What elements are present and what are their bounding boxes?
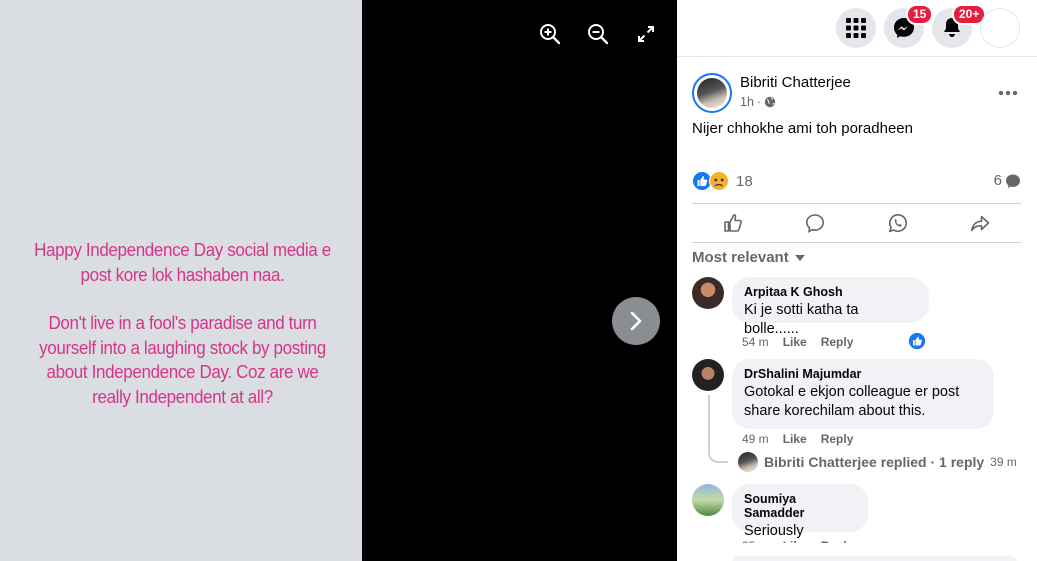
photo-viewer: Happy Independence Day social media e po… [0,0,677,561]
author-name[interactable]: Bibriti Chatterjee [740,74,851,91]
comment-text: Gotokal e ekjon colleague er post share … [744,384,960,419]
comment-bubble-icon [1006,174,1020,188]
grid-menu-icon [846,18,866,38]
more-dots-icon [998,90,1018,96]
whatsapp-icon [888,213,907,233]
sad-reaction-icon [709,171,729,191]
commenter-name[interactable]: DrShalini Majumdar [744,367,982,381]
comment-count[interactable]: 6 [994,172,1021,189]
comment-sort-dropdown[interactable]: Most relevant [692,249,805,266]
thumbs-up-icon [724,214,742,232]
facebook-photo-viewer: Happy Independence Day social media e po… [0,0,1037,561]
post-actions [692,203,1021,243]
next-photo-button[interactable] [612,297,660,345]
comment-bubble: Arpitaa K Ghosh Ki je sotti katha ta bol… [732,277,929,337]
comment-time[interactable]: 49 m [742,432,769,446]
zoom-in-icon [540,24,561,45]
comment-reply-button[interactable]: Reply [821,335,854,349]
comment-like-button[interactable]: Like [783,335,807,349]
comment-footer: 54 m Like Reply [742,335,853,349]
reply-time: 39 m [990,455,1017,469]
whatsapp-share-button[interactable] [857,204,939,242]
like-reaction-icon [908,332,926,350]
commenter-name[interactable]: Arpitaa K Ghosh [744,285,917,299]
photo-text-line-1: Happy Independence Day social media e po… [34,239,331,285]
photo: Happy Independence Day social media e po… [0,0,362,561]
commenter-avatar[interactable] [692,359,724,391]
zoom-out-icon [588,24,609,45]
account-avatar[interactable] [980,8,1020,48]
comment-like-button[interactable]: Like [783,432,807,446]
comment-bubble: Soumiya Samadder Seriously [732,484,868,539]
notifications-button[interactable]: 20+ [932,4,987,48]
top-bar: 15 20+ [677,0,1037,57]
sort-label: Most relevant [692,249,789,266]
post-panel: 15 20+ Bibriti Chatterjee 1h · Nijer chh… [677,0,1037,561]
commenter-avatar[interactable] [692,277,724,309]
reaction-icons[interactable] [692,171,729,191]
comment-reply-button[interactable]: Reply [821,432,854,446]
reaction-count[interactable]: 18 [736,173,753,190]
zoom-in-button[interactable] [536,20,564,48]
photo-caption-text: Happy Independence Day social media e po… [33,238,332,433]
chevron-right-icon [630,311,642,331]
view-replies-link[interactable]: Bibriti Chatterjee replied · 1 reply 39 … [738,452,1017,472]
comment-text: Ki je sotti katha ta bolle...... [744,302,859,337]
share-arrow-icon [970,215,990,232]
replier-avatar [738,452,758,472]
author-avatar-image [697,78,727,108]
reply-thread-line [708,395,728,463]
comment-footer: 49 m Like Reply [742,432,853,446]
comment-bubble: DrShalini Majumdar Gotokal e ekjon colle… [732,359,994,429]
next-comment-preview [732,556,1017,561]
globe-icon [764,96,776,108]
messenger-button[interactable]: 15 [884,4,934,48]
meta-separator: · [756,95,762,109]
post-header: Bibriti Chatterjee 1h · [692,73,1022,113]
menu-button[interactable] [836,8,876,48]
fullscreen-icon [638,26,654,42]
commenter-name[interactable]: Soumiya Samadder [744,492,856,520]
caret-down-icon [794,254,805,261]
reactions-bar: 18 6 [692,170,1021,192]
photo-text-line-2: Don't live in a fool's paradise and turn… [39,312,326,407]
post-text: Nijer chhokhe ami toh poradheen [692,120,913,137]
messenger-badge: 15 [906,4,934,25]
comment-time[interactable]: 54 m [742,335,769,349]
commenter-avatar[interactable] [692,484,724,516]
post-time[interactable]: 1h [740,95,754,109]
fullscreen-button[interactable] [632,20,660,48]
more-options-button[interactable] [994,79,1022,107]
comment-icon [806,214,825,233]
like-button[interactable] [692,204,774,242]
comment-item: DrShalini Majumdar Gotokal e ekjon colle… [692,359,1022,474]
comment-button[interactable] [774,204,856,242]
comment-item: Arpitaa K Ghosh Ki je sotti katha ta bol… [692,277,1022,352]
post-meta: 1h · [740,95,776,109]
reply-summary: Bibriti Chatterjee replied · 1 reply [764,454,985,470]
comment-count-value: 6 [993,172,1002,189]
zoom-out-button[interactable] [584,20,612,48]
author-avatar[interactable] [692,73,732,113]
share-button[interactable] [939,204,1021,242]
